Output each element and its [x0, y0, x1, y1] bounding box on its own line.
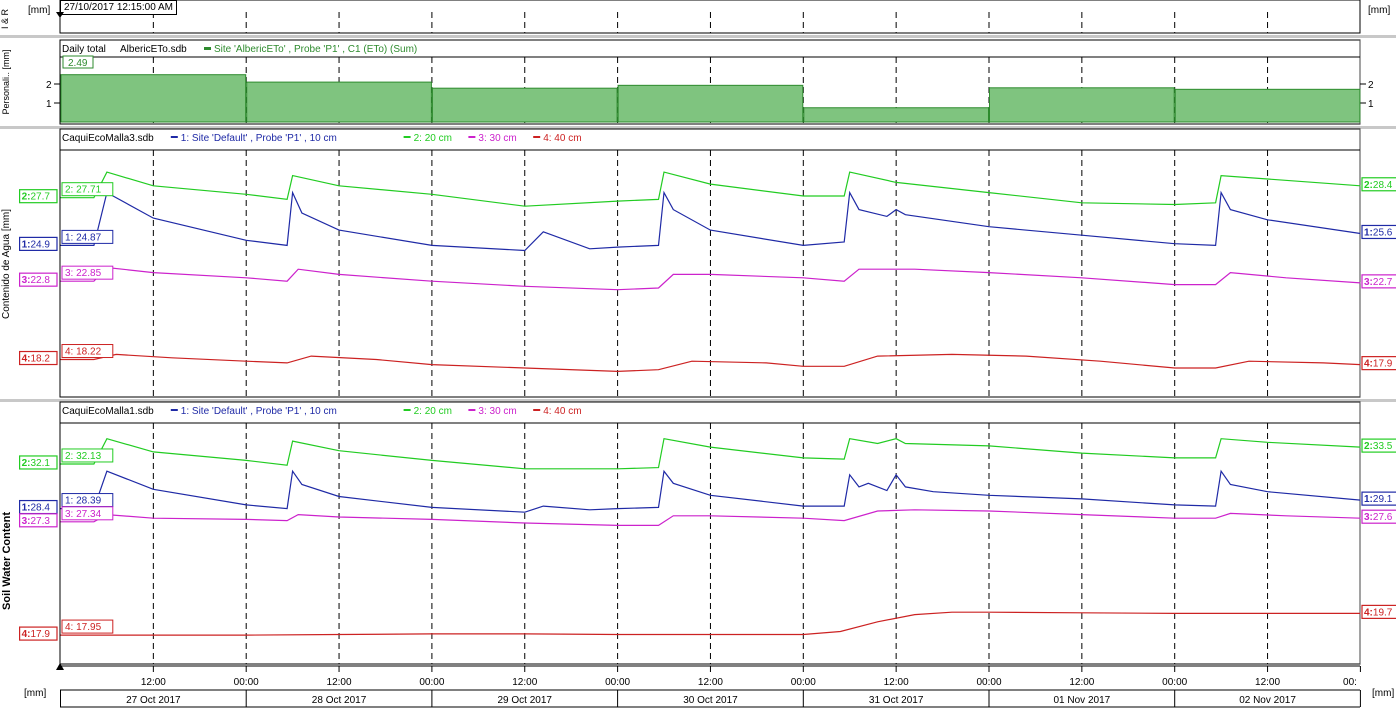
- left-value-1: 1:28.4: [22, 503, 51, 514]
- time-tick-label: 00:00: [1162, 677, 1187, 688]
- eto-bar: [1174, 88, 1361, 123]
- day-label: 30 Oct 2017: [683, 695, 738, 706]
- time-tick-label: 00:00: [791, 677, 816, 688]
- eto-bar: [617, 84, 804, 123]
- time-tick-label: 12:00: [884, 677, 909, 688]
- bottom-unit-right: [mm]: [1372, 688, 1394, 699]
- bar-ytick-left: 1: [46, 99, 52, 110]
- legend-series-name: 3: 30 cm: [478, 133, 516, 144]
- time-tick-label: 12:00: [512, 677, 537, 688]
- bar-ytick-left: 2: [46, 80, 52, 91]
- bar-legend-prefix: Daily total: [62, 44, 106, 55]
- cursor-timestamp[interactable]: 27/10/2017 12:15:00 AM: [60, 0, 177, 15]
- legend-series-name: 1: Site 'Default' , Probe 'P1' , 10 cm: [181, 133, 337, 144]
- right-value-3: 3:27.6: [1364, 512, 1393, 523]
- time-tick-label: 12:00: [141, 677, 166, 688]
- left-value-1: 1:24.9: [22, 239, 51, 250]
- cursor-value-3: 3: 27.34: [65, 509, 102, 520]
- legend-swatch: [468, 136, 476, 138]
- cursor-value-2: 2: 32.13: [65, 451, 102, 462]
- time-tick-label: 00:00: [234, 677, 259, 688]
- eto-bar: [989, 87, 1175, 123]
- legend-series-name: 3: 30 cm: [478, 406, 516, 417]
- bar-ytick-right: 1: [1368, 99, 1374, 110]
- bar-current-value: 2.49: [68, 58, 88, 69]
- right-value-3: 3:22.7: [1364, 277, 1393, 288]
- right-value-4: 4:19.7: [1364, 607, 1393, 618]
- legend-swatch: [170, 409, 178, 411]
- right-value-4: 4:17.9: [1364, 359, 1393, 370]
- eto-bar: [60, 74, 247, 123]
- eto-bar: [803, 107, 989, 123]
- top-unit-right: [mm]: [1368, 5, 1390, 16]
- left-value-2: 2:32.1: [22, 458, 51, 469]
- top-unit-left: [mm]: [28, 5, 50, 16]
- legend-swatch: [403, 409, 411, 411]
- time-tick-label: 00:: [1343, 677, 1357, 688]
- line-legend-file: CaquiEcoMalla3.sdb: [62, 133, 154, 144]
- cursor-value-1: 1: 24.87: [65, 232, 102, 243]
- chart-marks: [mm] [mm] I & R Daily total AlbericETo.sdb Si…: [0, 5, 1396, 706]
- legend-series-name: 2: 20 cm: [414, 406, 452, 417]
- bottom-unit-left: [mm]: [24, 688, 46, 699]
- legend-swatch: [468, 409, 476, 411]
- right-value-2: 2:33.5: [1364, 441, 1393, 452]
- cursor-value-2: 2: 27.71: [65, 185, 102, 196]
- day-label: 01 Nov 2017: [1053, 695, 1110, 706]
- time-tick-label: 00:00: [605, 677, 630, 688]
- cursor-value-4: 4: 17.95: [65, 622, 102, 633]
- legend-series-name: 1: Site 'Default' , Probe 'P1' , 10 cm: [181, 406, 337, 417]
- legend-swatch: [170, 136, 178, 138]
- cursor-marker-icon[interactable]: [56, 12, 64, 18]
- day-label: 29 Oct 2017: [498, 695, 553, 706]
- left-value-3: 3:27.3: [22, 516, 51, 527]
- legend-series-name: 2: 20 cm: [414, 133, 452, 144]
- legend-swatch: [403, 136, 411, 138]
- right-value-1: 1:29.1: [1364, 494, 1393, 505]
- day-label: 27 Oct 2017: [126, 695, 181, 706]
- cursor-value-3: 3: 22.85: [65, 268, 102, 279]
- panel2-ylabel: Soil Water Content: [1, 512, 13, 610]
- bar-ytick-right: 2: [1368, 80, 1374, 91]
- bar-ylabel: Personali.. [mm]: [1, 49, 11, 114]
- time-tick-label: 12:00: [327, 677, 352, 688]
- panel1-ylabel: Contenido de Agua [mm]: [1, 209, 12, 319]
- eto-bar: [431, 87, 618, 123]
- eto-bar: [246, 81, 432, 123]
- panel-splitter: [0, 35, 1396, 38]
- day-label: 02 Nov 2017: [1239, 695, 1296, 706]
- day-label: 28 Oct 2017: [312, 695, 367, 706]
- legend-series-name: 4: 40 cm: [543, 133, 581, 144]
- soil-moisture-chart: [mm] [mm] I & R Daily total AlbericETo.sdb Si…: [0, 0, 1396, 708]
- legend-swatch: [533, 136, 541, 138]
- left-value-2: 2:27.7: [22, 192, 51, 203]
- time-tick-label: 12:00: [1069, 677, 1094, 688]
- bar-legend-file: AlbericETo.sdb: [120, 44, 187, 55]
- legend-series-name: 4: 40 cm: [543, 406, 581, 417]
- bar-legend-series: Site 'AlbericETo' , Probe 'P1' , C1 (ETo…: [214, 44, 417, 55]
- top-ylabel: I & R: [0, 9, 10, 30]
- legend-swatch: [533, 409, 541, 411]
- time-tick-label: 00:00: [976, 677, 1001, 688]
- time-tick-label: 12:00: [1255, 677, 1280, 688]
- left-value-3: 3:22.8: [22, 275, 51, 286]
- right-value-2: 2:28.4: [1364, 180, 1393, 191]
- cursor-value-4: 4: 18.22: [65, 347, 102, 358]
- time-tick-label: 12:00: [698, 677, 723, 688]
- right-value-1: 1:25.6: [1364, 227, 1393, 238]
- line-legend-file: CaquiEcoMalla1.sdb: [62, 406, 154, 417]
- time-tick-label: 00:00: [419, 677, 444, 688]
- left-value-4: 4:18.2: [22, 354, 51, 365]
- left-value-4: 4:17.9: [22, 629, 51, 640]
- cursor-value-1: 1: 28.39: [65, 496, 102, 507]
- bar-legend-swatch: [204, 47, 211, 50]
- day-label: 31 Oct 2017: [869, 695, 924, 706]
